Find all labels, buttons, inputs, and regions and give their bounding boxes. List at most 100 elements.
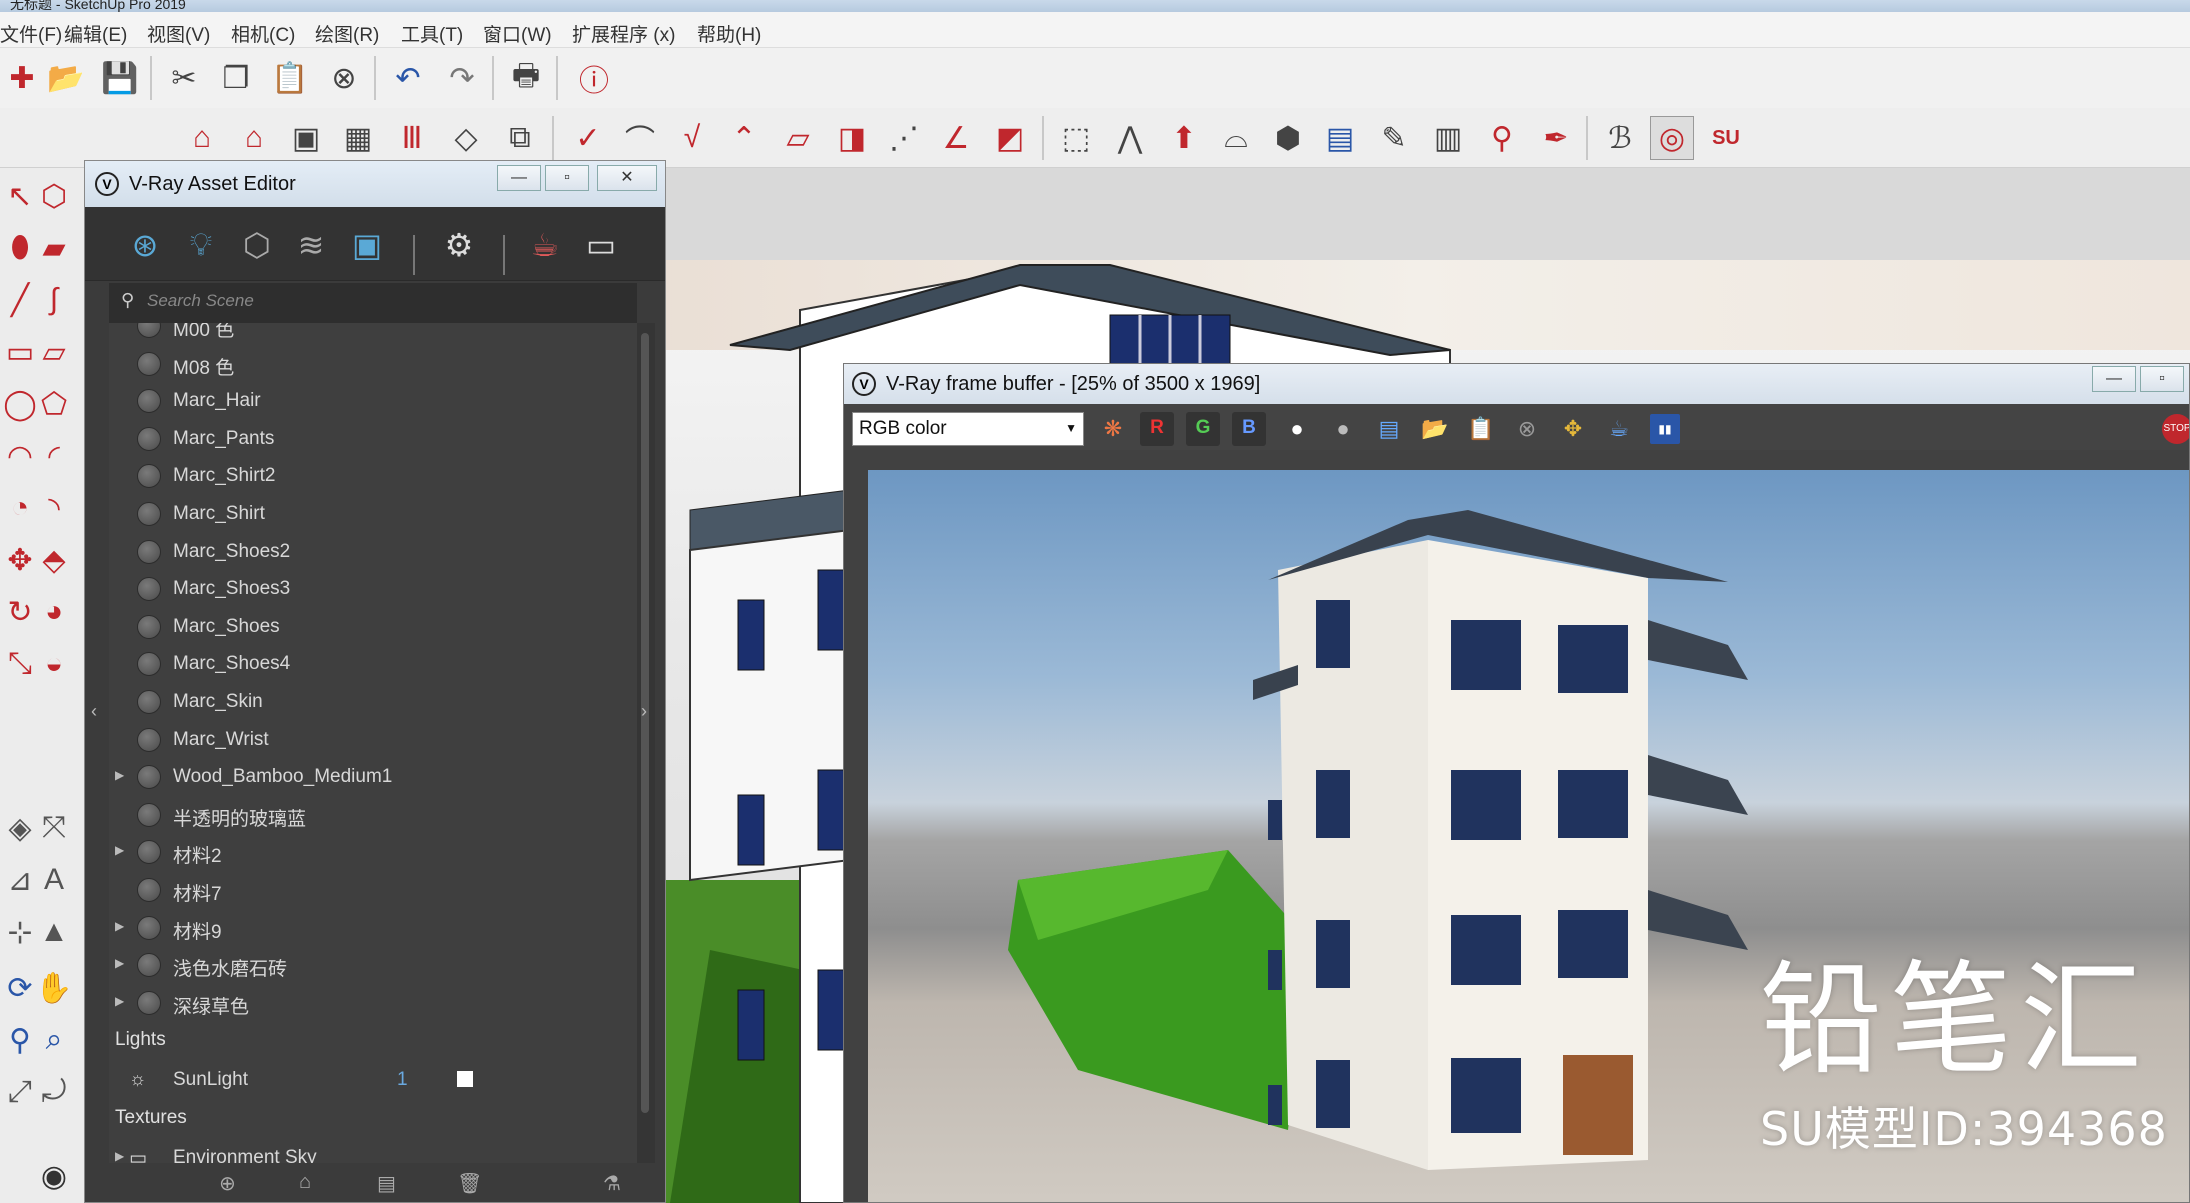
frame-buffer-icon[interactable]: ▭ [581, 225, 621, 265]
white-dot-icon[interactable]: ● [1282, 414, 1312, 444]
vray-stairs-icon[interactable]: ⧉ [498, 116, 542, 160]
polygon-tool-icon[interactable]: ⬠ [34, 384, 74, 424]
channel-select[interactable]: RGB color ▼ [852, 412, 1084, 446]
redo-icon[interactable]: ↷ [440, 56, 484, 100]
material-item[interactable]: Marc_Wrist [109, 723, 609, 759]
vray-render-icon[interactable]: ⌂ [180, 116, 224, 160]
menu-extensions[interactable]: 扩展程序 (x) [572, 20, 675, 47]
load-image-icon[interactable]: 📂 [1420, 414, 1450, 444]
collapse-left-icon[interactable]: ‹ [91, 701, 97, 722]
menu-draw[interactable]: 绘图(R) [315, 20, 379, 47]
3dtext-tool-icon[interactable]: ▲ [34, 912, 74, 952]
open-folder-icon[interactable]: 📂 [44, 56, 88, 100]
asset-list-scrollbar[interactable] [637, 323, 655, 1163]
vray-toggle-icon[interactable]: ◎ [1650, 116, 1694, 160]
material-item[interactable]: 半透明的玻璃蓝 [109, 798, 609, 834]
vray-book-icon[interactable]: ▥ [1426, 116, 1470, 160]
textures-category-icon[interactable]: ▣ [347, 225, 387, 265]
save-icon[interactable]: 💾 [98, 56, 142, 100]
vray-3b-icon[interactable]: ℬ [1598, 116, 1642, 160]
expand-arrow-icon[interactable]: ▶ [115, 843, 124, 857]
expand-arrow-icon[interactable]: ▶ [115, 1149, 124, 1163]
material-item[interactable]: Marc_Shoes3 [109, 572, 609, 608]
geometry-category-icon[interactable]: ⬡ [237, 225, 277, 265]
arc3-tool-icon[interactable]: ◝ [34, 488, 74, 528]
red-channel-button[interactable]: R [1140, 412, 1174, 446]
undo-icon[interactable]: ↶ [386, 56, 430, 100]
material-item[interactable]: ▶ 材料9 [109, 911, 609, 947]
delete-asset-icon[interactable]: 🗑 [457, 1171, 482, 1196]
layers-category-icon[interactable]: ≋ [291, 225, 331, 265]
material-item[interactable]: Marc_Shirt [109, 497, 609, 533]
menu-file[interactable]: 文件(F) [0, 20, 62, 47]
vray-angle-icon[interactable]: ∠ [934, 116, 978, 160]
material-item[interactable]: ▶ 浅色水磨石砖 [109, 948, 609, 984]
material-item[interactable]: 材料7 [109, 873, 609, 909]
region-render-icon[interactable]: ✥ [1558, 414, 1588, 444]
vray-pen-icon[interactable]: ✒ [1534, 116, 1578, 160]
paste-icon[interactable]: 📋 [268, 56, 312, 100]
vray-grid-icon[interactable]: ▦ [336, 116, 380, 160]
purge-asset-icon[interactable]: ⚗ [603, 1171, 621, 1196]
vray-check-icon[interactable]: ✓ [566, 116, 610, 160]
rotated-rect-tool-icon[interactable]: ▱ [34, 332, 74, 372]
maximize-button[interactable]: ▫ [2140, 366, 2184, 392]
vray-interactive-icon[interactable]: ⌂ [232, 116, 276, 160]
color-channels-icon[interactable]: ❋ [1098, 414, 1128, 444]
vray-push-icon[interactable]: ⬆ [1162, 116, 1206, 160]
pushpull-tool-icon[interactable]: ⬘ [34, 540, 74, 580]
materials-category-icon[interactable]: ⊛ [125, 225, 165, 265]
vray-wall-icon[interactable]: ◨ [830, 116, 874, 160]
arc2-tool-icon[interactable]: ◜ [34, 436, 74, 476]
model-info-icon[interactable]: ⓘ [572, 56, 616, 100]
material-item[interactable]: ▶ 深绿草色 [109, 986, 609, 1022]
history-icon[interactable]: ▮▮ [1650, 414, 1680, 444]
freehand-tool-icon[interactable]: ∫ [34, 280, 74, 320]
vray-cube-icon[interactable]: ⬢ [1266, 116, 1310, 160]
material-item[interactable]: M08 色 [109, 347, 609, 383]
menu-camera[interactable]: 相机(C) [231, 20, 295, 47]
print-icon[interactable]: 🖶 [504, 56, 548, 100]
render-teapot-icon[interactable]: ☕︎ [1604, 414, 1634, 444]
clear-image-icon[interactable]: 📋 [1466, 414, 1496, 444]
green-channel-button[interactable]: G [1186, 412, 1220, 446]
save-image-icon[interactable]: ▤ [1374, 414, 1404, 444]
vray-arc-icon[interactable]: ⌒ [618, 116, 662, 160]
close-button[interactable]: ✕ [597, 165, 657, 191]
material-item[interactable]: Marc_Skin [109, 685, 609, 721]
expand-arrow-icon[interactable]: ▶ [115, 994, 124, 1008]
pan-tool-icon[interactable]: ✋ [34, 968, 74, 1008]
vray-curve-icon[interactable]: √ [670, 116, 714, 160]
menu-tools[interactable]: 工具(T) [401, 20, 463, 47]
zoom-window-tool-icon[interactable]: ⌕ [34, 1020, 74, 1060]
material-item[interactable]: Marc_Shoes [109, 610, 609, 646]
vray-roof-icon[interactable]: ⌃ [722, 116, 766, 160]
su-app-icon[interactable]: SU [1704, 116, 1748, 160]
alpha-dot-icon[interactable]: ● [1328, 414, 1358, 444]
text-tool-icon[interactable]: A [34, 860, 74, 900]
expand-arrow-icon[interactable]: ▶ [115, 919, 124, 933]
menu-window[interactable]: 窗口(W) [483, 20, 552, 47]
vray-arrow-icon[interactable]: ◩ [988, 116, 1032, 160]
followme-tool-icon[interactable]: ◕ [34, 592, 74, 632]
vray-bridge-icon[interactable]: ⌓ [1214, 116, 1258, 160]
material-item[interactable]: M00 色 [109, 323, 609, 345]
cut-icon[interactable]: ✂ [162, 56, 206, 100]
vray-fence-icon[interactable]: Ⅲ [390, 116, 434, 160]
vray-tile-icon[interactable]: ▱ [776, 116, 820, 160]
settings-icon[interactable]: ⚙ [439, 225, 479, 265]
vray-pin-icon[interactable]: ⚲ [1480, 116, 1524, 160]
expand-arrow-icon[interactable]: ▶ [115, 956, 124, 970]
material-item[interactable]: ▶ 材料2 [109, 835, 609, 871]
blue-channel-button[interactable]: B [1232, 412, 1266, 446]
material-item[interactable]: Marc_Shoes4 [109, 647, 609, 683]
material-item[interactable]: Marc_Pants [109, 422, 609, 458]
light-item[interactable]: ☼ SunLight 1 [109, 1063, 609, 1099]
vray-frame-icon[interactable]: ▣ [284, 116, 328, 160]
stop-icon[interactable]: ⊗ [1512, 414, 1542, 444]
material-item[interactable]: Marc_Shoes2 [109, 535, 609, 571]
dimension-tool-icon[interactable]: ⤧ [34, 808, 74, 848]
texture-item[interactable]: ▶ ▭ Environment Sky [109, 1141, 609, 1163]
render-teapot-icon[interactable]: ☕︎ [525, 225, 565, 265]
vray-edit-icon[interactable]: ✎ [1372, 116, 1416, 160]
